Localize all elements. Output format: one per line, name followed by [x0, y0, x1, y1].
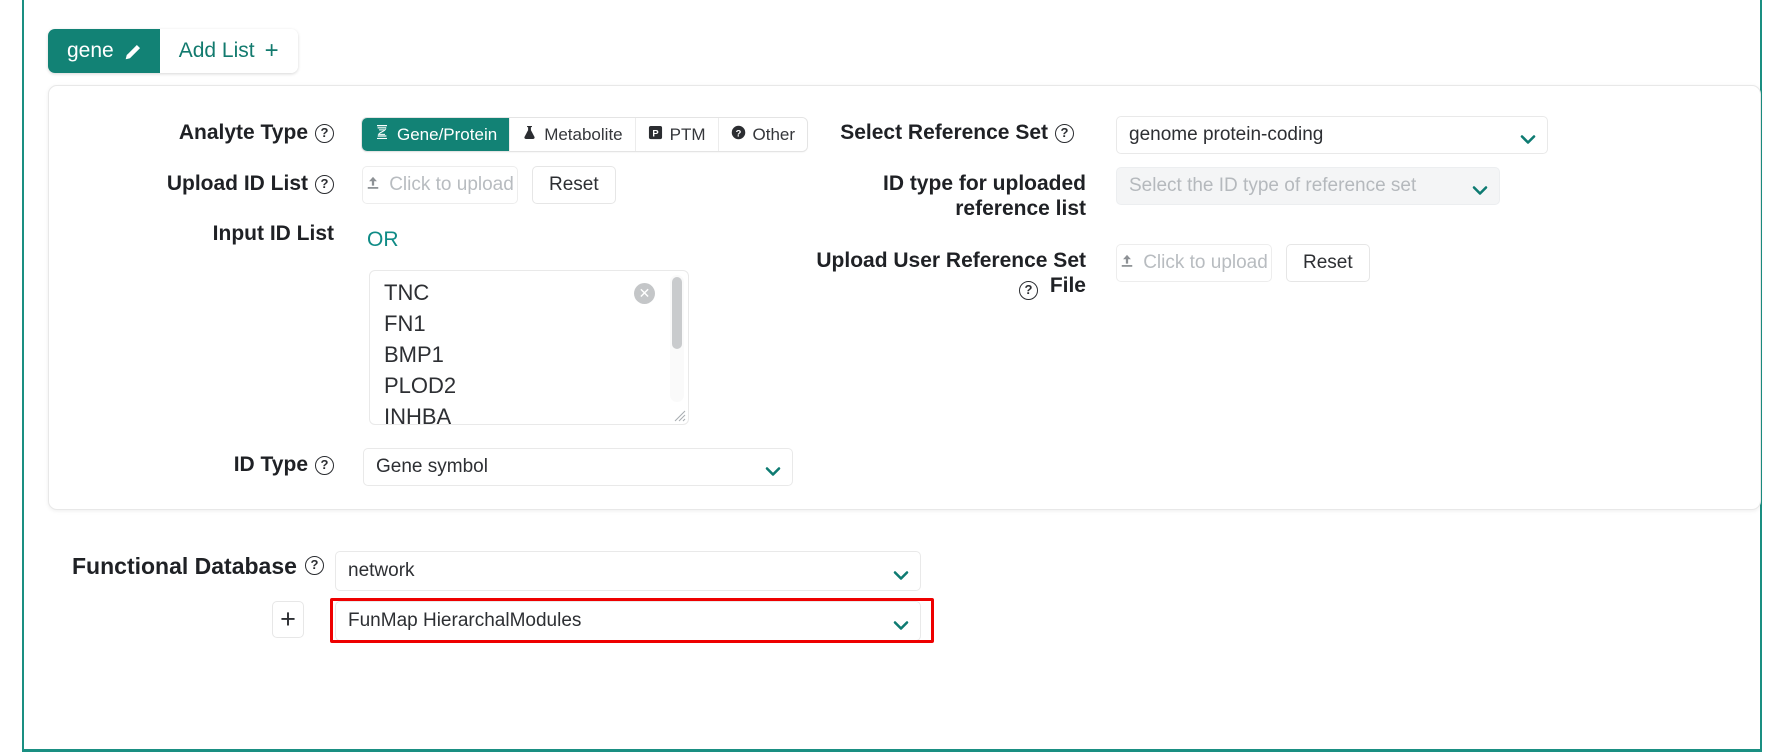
reference-set-help-icon[interactable]: ?: [1055, 124, 1074, 143]
id-type-value: Gene symbol: [376, 456, 488, 477]
id-type-uploaded-select[interactable]: Select the ID type of reference set: [1116, 167, 1500, 205]
upload-id-list-label-group: Upload ID List ?: [144, 172, 334, 197]
input-id-list-value: TNC FN1 BMP1 PLOD2 INHBA: [384, 280, 457, 425]
analyte-type-label: Analyte Type: [178, 121, 308, 144]
functional-database-help-icon[interactable]: ?: [304, 556, 324, 575]
reference-set-label: Select Reference Set: [840, 121, 1048, 144]
upload-arrow-icon: [366, 174, 380, 196]
reference-set-select[interactable]: genome protein-coding: [1116, 116, 1548, 154]
upload-id-list-reset-button[interactable]: Reset: [532, 166, 616, 204]
upload-id-list-label: Upload ID List: [166, 172, 308, 195]
analyte-option-ptm-label: PTM: [669, 124, 706, 144]
analyte-type-help-icon[interactable]: ?: [315, 124, 334, 143]
id-type-uploaded-label-group: ID type for uploaded reference list: [784, 172, 1086, 222]
textarea-scrollbar[interactable]: [670, 275, 684, 402]
id-type-select[interactable]: Gene symbol: [363, 448, 793, 486]
input-id-list-label-group: Input ID List: [144, 222, 334, 247]
id-type-uploaded-label: ID type for uploaded reference list: [882, 172, 1086, 220]
clear-circle-icon[interactable]: ✕: [634, 283, 655, 304]
id-type-label-group: ID Type ?: [144, 453, 334, 478]
analyte-option-gene-protein-label: Gene/Protein: [397, 124, 498, 144]
textarea-resize-handle[interactable]: [670, 406, 686, 422]
analyte-type-label-group: Analyte Type ?: [144, 121, 334, 146]
question-circle-icon: ?: [731, 125, 746, 145]
analyte-type-group: Gene/Protein Metabolite P PTM ? Other: [362, 118, 808, 151]
analyte-option-ptm[interactable]: P PTM: [635, 118, 719, 151]
reference-set-label-group: Select Reference Set ?: [784, 121, 1074, 146]
chevron-down-icon: [1520, 130, 1536, 144]
svg-text:?: ?: [735, 128, 741, 138]
chevron-down-icon: [765, 462, 781, 476]
functional-database-label-group: Functional Database ?: [72, 553, 324, 580]
upload-user-reference-reset-label: Reset: [1303, 252, 1353, 273]
input-id-list-textarea[interactable]: TNC FN1 BMP1 PLOD2 INHBA ✕: [369, 270, 689, 425]
dna-icon: [374, 124, 390, 145]
id-type-uploaded-placeholder: Select the ID type of reference set: [1129, 175, 1417, 196]
analyte-option-metabolite-label: Metabolite: [544, 124, 623, 144]
analyte-option-gene-protein[interactable]: Gene/Protein: [362, 118, 511, 151]
flask-icon: [522, 125, 537, 145]
tab-gene[interactable]: gene: [48, 29, 160, 73]
upload-user-reference-help-icon[interactable]: ?: [1019, 281, 1038, 300]
upload-id-list-help-icon[interactable]: ?: [315, 175, 334, 194]
id-type-help-icon[interactable]: ?: [315, 456, 334, 475]
tab-add-list[interactable]: Add List +: [159, 29, 298, 73]
upload-user-reference-text: Click to upload: [1143, 252, 1268, 273]
plus-icon: +: [280, 604, 296, 634]
list-tab-bar: gene Add List +: [48, 29, 298, 73]
p-square-icon: P: [648, 125, 663, 145]
chevron-down-icon: [893, 566, 909, 580]
functional-database-value: network: [348, 560, 415, 581]
tab-add-list-label: Add List: [178, 39, 255, 62]
upload-user-reference-button[interactable]: Click to upload: [1116, 244, 1272, 282]
functional-database-sub-value: FunMap HierarchalModules: [348, 610, 582, 631]
upload-id-list-button[interactable]: Click to upload: [362, 166, 518, 204]
id-type-label: ID Type: [233, 453, 308, 476]
upload-id-list-text: Click to upload: [389, 174, 514, 195]
textarea-scrollbar-thumb[interactable]: [672, 277, 682, 349]
chevron-down-icon: [1472, 181, 1488, 195]
functional-database-sub-select[interactable]: FunMap HierarchalModules: [335, 601, 921, 641]
functional-database-label: Functional Database: [72, 553, 297, 579]
upload-arrow-icon: [1120, 252, 1134, 274]
upload-user-reference-reset-button[interactable]: Reset: [1286, 244, 1370, 282]
upload-id-list-reset-label: Reset: [549, 174, 599, 195]
plus-icon: +: [264, 37, 279, 64]
upload-user-reference-label: Upload User Reference Set File: [816, 249, 1086, 297]
tab-gene-label: gene: [67, 39, 114, 62]
pencil-icon[interactable]: [124, 43, 141, 60]
analyte-option-metabolite[interactable]: Metabolite: [510, 118, 636, 151]
add-database-button[interactable]: +: [272, 601, 304, 638]
svg-text:P: P: [652, 128, 658, 138]
chevron-down-icon: [893, 616, 909, 630]
reference-set-value: genome protein-coding: [1129, 124, 1324, 145]
input-id-list-label: Input ID List: [212, 222, 334, 245]
page-frame: gene Add List + Analyte Type ? Gene/Prot…: [22, 0, 1762, 752]
functional-database-select[interactable]: network: [335, 551, 921, 591]
upload-user-reference-label-group: Upload User Reference Set File ?: [784, 249, 1086, 300]
or-separator: OR: [367, 228, 399, 251]
